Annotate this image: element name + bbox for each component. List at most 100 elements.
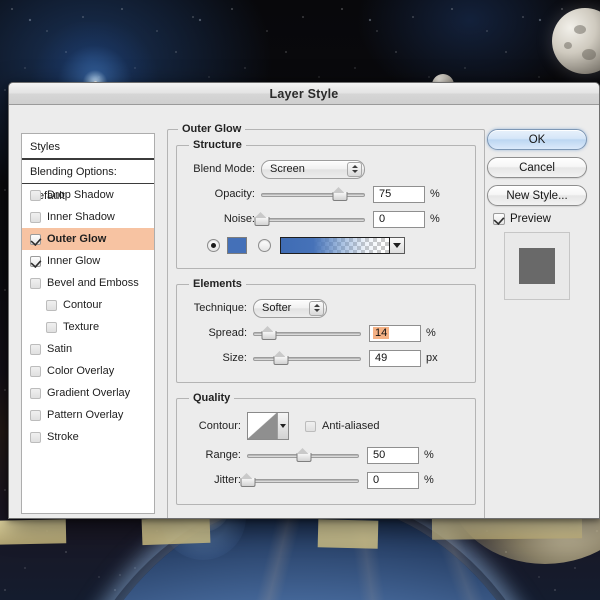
effect-row-stroke[interactable]: Stroke bbox=[22, 426, 154, 448]
effect-row-gradient-overlay[interactable]: Gradient Overlay bbox=[22, 382, 154, 404]
jitter-label: Jitter: bbox=[214, 474, 241, 486]
effect-checkbox[interactable] bbox=[30, 431, 41, 443]
dialog-titlebar[interactable]: Layer Style bbox=[9, 83, 599, 105]
contour-dropdown-arrow-icon[interactable] bbox=[277, 413, 288, 439]
anti-aliased-label: Anti-aliased bbox=[322, 420, 380, 432]
effect-label: Texture bbox=[63, 321, 100, 333]
effect-row-satin[interactable]: Satin bbox=[22, 338, 154, 360]
preview-checkbox[interactable] bbox=[493, 213, 505, 225]
effect-checkbox[interactable] bbox=[30, 211, 41, 223]
blending-options-row[interactable]: Blending Options: Default bbox=[22, 160, 154, 202]
blend-mode-select[interactable]: Screen bbox=[261, 159, 365, 179]
range-label: Range: bbox=[205, 449, 241, 461]
technique-label: Technique: bbox=[193, 302, 247, 314]
dialog-body: Styles Blending Options: Default Drop Sh… bbox=[9, 105, 599, 518]
opacity-slider[interactable] bbox=[261, 187, 365, 201]
slider-track bbox=[261, 218, 365, 222]
size-unit: px bbox=[426, 352, 438, 364]
effect-label: Satin bbox=[47, 343, 73, 355]
outer-glow-group-title: Outer Glow bbox=[182, 123, 242, 135]
styles-list-header[interactable]: Styles bbox=[22, 134, 154, 160]
noise-row: Noise: 0 % bbox=[187, 208, 465, 230]
effect-label: Contour bbox=[63, 299, 103, 311]
spread-input[interactable]: 14 bbox=[369, 324, 421, 342]
technique-value: Softer bbox=[262, 302, 292, 314]
jitter-slider[interactable] bbox=[240, 473, 359, 487]
effect-checkbox[interactable] bbox=[30, 387, 41, 399]
jitter-row: Jitter: 0 % bbox=[187, 469, 465, 491]
effect-label: Stroke bbox=[47, 431, 79, 443]
noise-label: Noise: bbox=[223, 213, 255, 225]
blend-mode-row: Blend Mode: Screen bbox=[187, 158, 465, 180]
opacity-input[interactable]: 75 bbox=[373, 185, 425, 203]
range-input[interactable]: 50 bbox=[367, 446, 419, 464]
elements-legend: Elements bbox=[193, 278, 242, 290]
background-shape bbox=[431, 516, 583, 540]
layer-preview-thumbnail bbox=[504, 232, 570, 300]
slider-thumb[interactable] bbox=[332, 187, 348, 201]
range-value: 50 bbox=[373, 449, 386, 461]
gradient-preview[interactable] bbox=[280, 236, 390, 254]
noise-value: 0 bbox=[379, 213, 386, 225]
new-style-button[interactable]: New Style... bbox=[487, 185, 587, 206]
effects-list: Drop Shadow Inner Shadow Outer Glow Inner G… bbox=[22, 184, 154, 448]
ok-button[interactable]: OK bbox=[487, 129, 587, 150]
effect-row-color-overlay[interactable]: Color Overlay bbox=[22, 360, 154, 382]
spread-label: Spread: bbox=[208, 327, 247, 339]
anti-aliased-checkbox[interactable] bbox=[305, 420, 316, 432]
effect-row-outer-glow[interactable]: Outer Glow bbox=[22, 228, 154, 250]
background-shape bbox=[141, 516, 211, 546]
jitter-input[interactable]: 0 bbox=[367, 471, 419, 489]
effect-row-inner-shadow[interactable]: Inner Shadow bbox=[22, 206, 154, 228]
glow-fill-row bbox=[187, 234, 465, 256]
blend-mode-value: Screen bbox=[270, 163, 305, 175]
technique-select[interactable]: Softer bbox=[253, 298, 327, 318]
effect-checkbox[interactable] bbox=[46, 321, 57, 333]
noise-input[interactable]: 0 bbox=[373, 210, 425, 228]
technique-row: Technique: Softer bbox=[187, 297, 465, 319]
spread-slider[interactable] bbox=[253, 326, 361, 340]
effect-checkbox[interactable] bbox=[46, 299, 57, 311]
slider-thumb[interactable] bbox=[254, 212, 270, 226]
effect-row-bevel-and-emboss[interactable]: Bevel and Emboss bbox=[22, 272, 154, 294]
size-value: 49 bbox=[375, 352, 388, 364]
contour-preset-picker[interactable] bbox=[247, 412, 289, 440]
effect-label: Drop Shadow bbox=[47, 189, 114, 201]
slider-thumb[interactable] bbox=[261, 326, 277, 340]
size-slider[interactable] bbox=[253, 351, 361, 365]
effect-checkbox[interactable] bbox=[30, 365, 41, 377]
size-input[interactable]: 49 bbox=[369, 349, 421, 367]
effect-row-pattern-overlay[interactable]: Pattern Overlay bbox=[22, 404, 154, 426]
slider-thumb[interactable] bbox=[273, 351, 289, 365]
outer-glow-settings: Outer Glow Structure Blend Mode: Screen … bbox=[167, 123, 485, 518]
effect-checkbox[interactable] bbox=[30, 189, 41, 201]
cancel-button[interactable]: Cancel bbox=[487, 157, 587, 178]
effect-checkbox[interactable] bbox=[30, 277, 41, 289]
gradient-fill-radio[interactable] bbox=[258, 238, 271, 252]
effect-checkbox[interactable] bbox=[30, 233, 41, 245]
noise-slider[interactable] bbox=[254, 212, 365, 226]
color-fill-radio[interactable] bbox=[207, 238, 220, 252]
effect-row-contour[interactable]: Contour bbox=[22, 294, 154, 316]
glow-color-swatch[interactable] bbox=[227, 236, 247, 254]
quality-group: Quality Contour: Anti-aliased Range: 50 … bbox=[176, 392, 476, 505]
effect-checkbox[interactable] bbox=[30, 255, 41, 267]
quality-legend: Quality bbox=[193, 392, 231, 404]
effect-checkbox[interactable] bbox=[30, 343, 41, 355]
effect-row-inner-glow[interactable]: Inner Glow bbox=[22, 250, 154, 272]
effect-label: Inner Shadow bbox=[47, 211, 115, 223]
slider-thumb[interactable] bbox=[296, 448, 312, 462]
effect-checkbox[interactable] bbox=[30, 409, 41, 421]
range-slider[interactable] bbox=[247, 448, 359, 462]
noise-unit: % bbox=[430, 213, 440, 225]
dialog-title: Layer Style bbox=[269, 86, 339, 101]
gradient-picker-arrow-icon[interactable] bbox=[390, 236, 405, 254]
slider-thumb[interactable] bbox=[240, 473, 256, 487]
jitter-value: 0 bbox=[373, 474, 380, 486]
preview-toggle[interactable]: Preview bbox=[493, 213, 587, 225]
range-row: Range: 50 % bbox=[187, 444, 465, 466]
opacity-value: 75 bbox=[379, 188, 392, 200]
effect-row-texture[interactable]: Texture bbox=[22, 316, 154, 338]
opacity-label: Opacity: bbox=[214, 188, 255, 200]
background-shape bbox=[317, 519, 379, 549]
